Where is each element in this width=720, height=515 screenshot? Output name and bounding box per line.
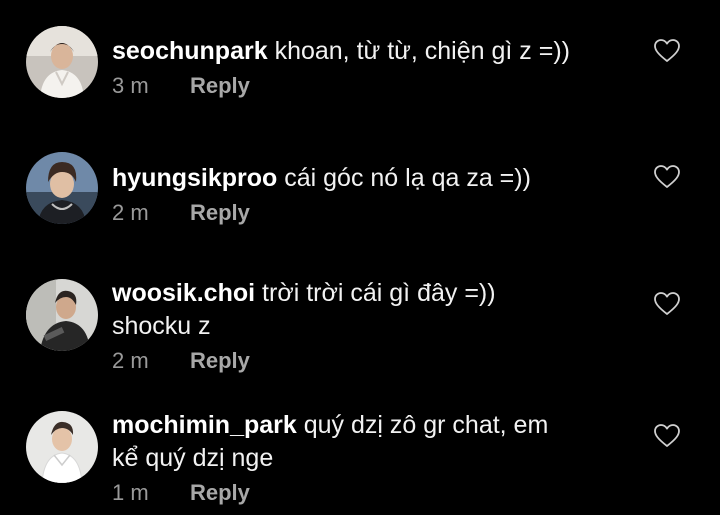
heart-outline-icon[interactable] xyxy=(653,164,681,190)
comment-text: seochunpark khoan, từ từ, chiện gì z =)) xyxy=(112,35,612,68)
avatar[interactable] xyxy=(26,152,98,224)
comment-message: cái góc nó lạ qa za =)) xyxy=(284,164,531,192)
reply-button[interactable]: Reply xyxy=(190,73,250,98)
username[interactable]: woosik.choi xyxy=(112,279,255,307)
comment-text: hyungsikproo cái góc nó lạ qa za =)) xyxy=(112,162,612,195)
avatar[interactable] xyxy=(26,26,98,98)
comment-meta: 2 m Reply xyxy=(112,200,612,226)
reply-button[interactable]: Reply xyxy=(190,200,250,225)
comment-meta: 3 m Reply xyxy=(112,73,612,99)
timestamp: 1 m xyxy=(112,480,149,505)
heart-outline-icon[interactable] xyxy=(653,291,681,317)
timestamp: 3 m xyxy=(112,73,149,98)
reply-button[interactable]: Reply xyxy=(190,348,250,373)
heart-outline-icon[interactable] xyxy=(653,423,681,449)
timestamp: 2 m xyxy=(112,200,149,225)
comment-text: mochimin_park quý dzị zô gr chat, em kể … xyxy=(112,409,612,475)
reply-button[interactable]: Reply xyxy=(190,480,250,505)
timestamp: 2 m xyxy=(112,348,149,373)
comment-text: woosik.choi trời trời cái gì đây =)) sho… xyxy=(112,277,612,343)
comment-body: seochunpark khoan, từ từ, chiện gì z =))… xyxy=(112,35,612,99)
username[interactable]: hyungsikproo xyxy=(112,164,277,192)
avatar[interactable] xyxy=(26,411,98,483)
username[interactable]: seochunpark xyxy=(112,37,268,65)
comment-body: woosik.choi trời trời cái gì đây =)) sho… xyxy=(112,277,612,374)
avatar[interactable] xyxy=(26,279,98,351)
comment-body: hyungsikproo cái góc nó lạ qa za =)) 2 m… xyxy=(112,162,612,226)
heart-outline-icon[interactable] xyxy=(653,38,681,64)
comment-meta: 2 m Reply xyxy=(112,348,612,374)
comment-meta: 1 m Reply xyxy=(112,480,612,506)
comment-message: khoan, từ từ, chiện gì z =)) xyxy=(274,37,570,65)
comment-body: mochimin_park quý dzị zô gr chat, em kể … xyxy=(112,409,612,506)
username[interactable]: mochimin_park xyxy=(112,411,297,439)
